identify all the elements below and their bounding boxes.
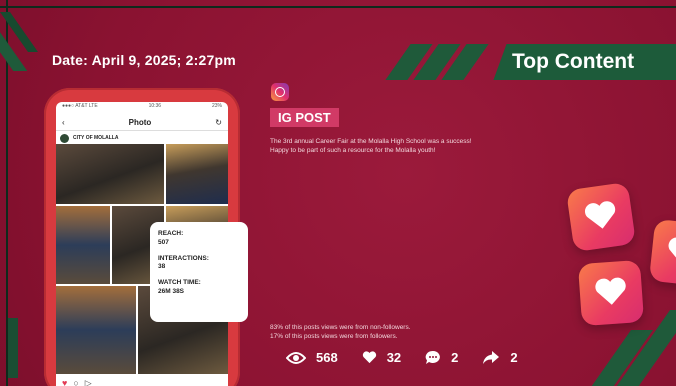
clock: 10:36 (148, 103, 162, 109)
views-stat: 568 (286, 350, 338, 365)
likes-stat: 32 (362, 350, 401, 365)
avatar (60, 133, 69, 143)
comments-stat: 2 (425, 350, 458, 365)
photo-2 (166, 144, 228, 204)
share-arrow-icon (483, 351, 500, 364)
shares-stat: 2 (482, 350, 518, 365)
top-border (0, 6, 676, 8)
comments-count: 2 (451, 350, 459, 365)
photo-1 (56, 144, 164, 204)
battery: 23% (211, 103, 222, 109)
phone-nav-bar: ‹ Photo ↻ (56, 114, 228, 131)
heart-tile-3 (648, 218, 676, 288)
heart-tile-icon (585, 201, 616, 229)
heart-icon (362, 351, 376, 364)
left-stripe (8, 318, 18, 378)
section-title: Top Content (493, 44, 676, 80)
back-icon[interactable]: ‹ (62, 118, 65, 127)
account-row[interactable]: CITY OF MOLALLA (56, 131, 228, 145)
refresh-icon[interactable]: ↻ (215, 118, 222, 127)
heart-tile-1 (565, 181, 637, 253)
metrics-card: REACH: 507 INTERACTIONS: 38 WATCH TIME: … (150, 222, 248, 322)
comment-icon[interactable]: ○ (73, 378, 78, 386)
heart-tile-2 (577, 259, 645, 327)
instagram-logo-icon (271, 83, 289, 101)
watch-time-value: 26M 38S (158, 287, 185, 295)
phone-action-bar: ♥ ○ ▷ (56, 374, 228, 386)
follower-notes: 83% of this posts views were from non-fo… (270, 324, 500, 342)
views-count: 568 (316, 350, 338, 365)
post-date: Date: April 9, 2025; 2:27pm (52, 52, 236, 68)
photo-3 (56, 206, 110, 284)
slide: Date: April 9, 2025; 2:27pm Top Content … (0, 0, 676, 386)
comment-icon (425, 350, 441, 364)
interactions-label: INTERACTIONS: (158, 254, 209, 262)
share-icon[interactable]: ▷ (85, 378, 92, 386)
carrier-signal: ●●●○ AT&T LTE (62, 103, 98, 109)
eye-icon (286, 351, 306, 364)
section-title-text: Top Content (512, 50, 635, 73)
interactions-value: 38 (158, 263, 166, 271)
nav-title: Photo (128, 117, 152, 127)
heart-tile-icon (668, 237, 676, 265)
reach-value: 507 (158, 238, 169, 246)
post-description: The 3rd annual Career Fair at the Molall… (270, 138, 472, 154)
note-followers: 17% of this posts views were from follow… (270, 332, 398, 340)
stats-row: 568 32 2 2 (286, 350, 542, 365)
likes-count: 32 (386, 350, 402, 365)
phone-status-bar: ●●●○ AT&T LTE 10:36 23% (56, 102, 228, 114)
photo-6 (56, 286, 136, 374)
note-non-followers: 83% of this posts views were from non-fo… (270, 324, 411, 331)
account-name: CITY OF MOLALLA (73, 135, 119, 141)
like-icon[interactable]: ♥ (62, 378, 67, 386)
watch-time-label: WATCH TIME: (158, 279, 201, 287)
heart-tile-icon (595, 277, 626, 305)
ig-post-badge: IG POST (270, 108, 339, 127)
reach-label: REACH: (158, 230, 184, 237)
shares-count: 2 (510, 350, 518, 365)
